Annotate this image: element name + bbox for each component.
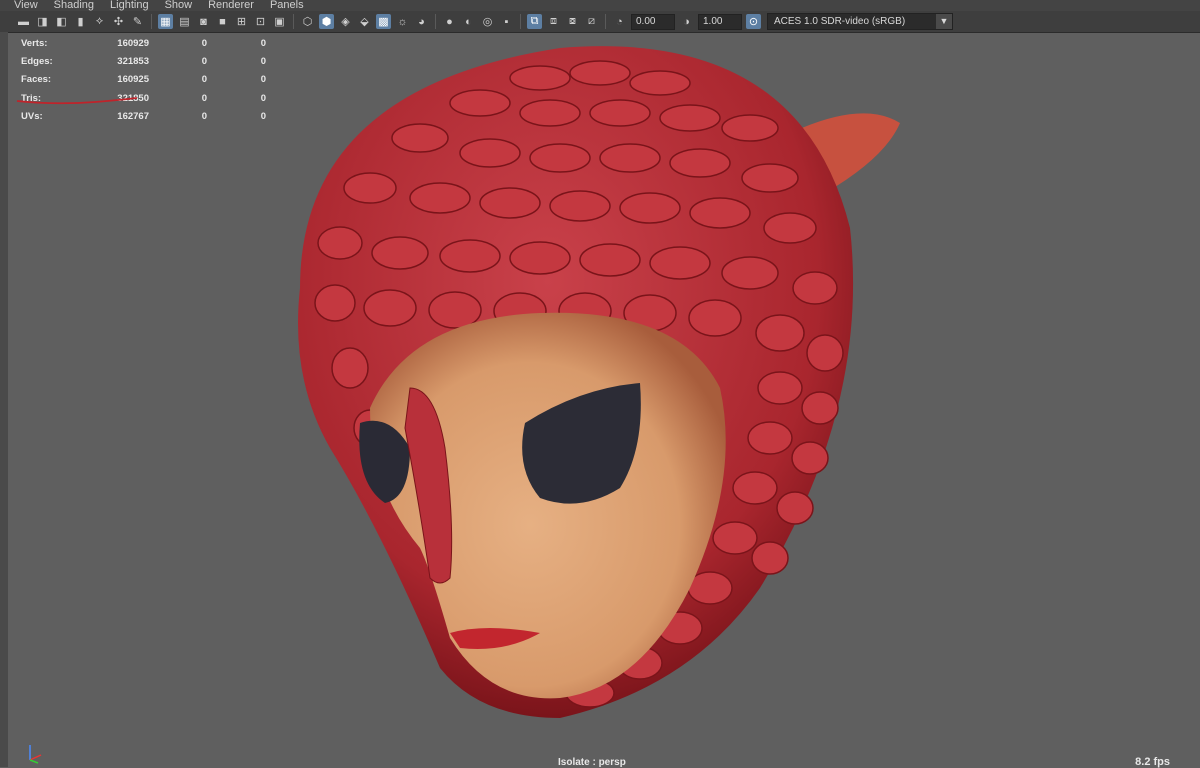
textured-icon[interactable]: ▩	[376, 14, 391, 29]
hud-value: 162767	[117, 110, 149, 122]
toolbar-divider	[605, 14, 606, 29]
hud-value: 0	[260, 55, 266, 67]
hud-value: 160929	[117, 37, 149, 49]
hud-value: 0	[201, 92, 207, 104]
wireframe-on-shaded-icon[interactable]: ◈	[338, 14, 353, 29]
hud-value: 0	[201, 55, 207, 67]
toolbar-divider	[435, 14, 436, 29]
use-all-lights-icon[interactable]: ☼	[395, 14, 410, 29]
hud-value: 0	[201, 74, 207, 86]
viewport-menu-bar: View Shading Lighting Show Renderer Pane…	[0, 0, 1200, 11]
film-gate-icon[interactable]: ▤	[177, 14, 192, 29]
depth-of-field-icon[interactable]: ▪	[499, 14, 514, 29]
toolbar-divider	[293, 14, 294, 29]
field-chart-icon[interactable]: ⊞	[234, 14, 249, 29]
xray-active-components-icon[interactable]: ⧇	[565, 14, 580, 29]
hud-row-faces: Faces: 160925 0 0	[21, 71, 266, 89]
grease-pencil-icon[interactable]: ✎	[130, 14, 145, 29]
camera-lock-icon[interactable]: ◧	[54, 14, 69, 29]
camera-attributes-icon[interactable]: ◨	[35, 14, 50, 29]
pan-zoom-icon[interactable]: ✣	[111, 14, 126, 29]
menu-show[interactable]: Show	[157, 0, 201, 11]
screen-space-ao-icon[interactable]: ●	[442, 14, 457, 29]
poly-count-hud: Verts: 160929 0 0 Edges: 321853 0 0 Face…	[21, 34, 266, 125]
grid-icon[interactable]: ▦	[158, 14, 173, 29]
multisample-aa-icon[interactable]: ◎	[480, 14, 495, 29]
menu-shading[interactable]: Shading	[46, 0, 102, 11]
bookmark-icon[interactable]: ▮	[73, 14, 88, 29]
hud-value: 0	[201, 110, 207, 122]
color-space-value: ACES 1.0 SDR-video (sRGB)	[774, 16, 906, 27]
safe-action-icon[interactable]: ⊡	[253, 14, 268, 29]
fps-readout: 8.2 fps	[1135, 756, 1170, 768]
menu-view[interactable]: View	[0, 0, 46, 11]
smooth-shade-icon[interactable]: ⬢	[319, 14, 334, 29]
hud-value: 321853	[117, 55, 149, 67]
red-underline-annotation	[16, 97, 138, 105]
hud-row-uvs: UVs: 162767 0 0	[21, 107, 266, 125]
hud-value: 0	[201, 37, 207, 49]
xray-joints-icon[interactable]: ⧈	[546, 14, 561, 29]
hud-row-verts: Verts: 160929 0 0	[21, 34, 266, 52]
color-management-icon[interactable]: ⊙	[746, 14, 761, 29]
shadows-icon[interactable]: ◕	[414, 14, 429, 29]
hud-label: UVs:	[21, 110, 43, 122]
gate-mask-icon[interactable]: ■	[215, 14, 230, 29]
viewport-left-border	[0, 32, 8, 767]
chevron-down-icon[interactable]: ▼	[936, 14, 952, 29]
hud-row-edges: Edges: 321853 0 0	[21, 52, 266, 70]
hud-value: 0	[260, 74, 266, 86]
isolate-select-icon[interactable]: ⧉	[527, 14, 542, 29]
gamma-icon[interactable]: ◑	[679, 14, 694, 29]
resolution-gate-icon[interactable]: ◙	[196, 14, 211, 29]
wireframe-icon[interactable]: ⬡	[300, 14, 315, 29]
menu-lighting[interactable]: Lighting	[102, 0, 157, 11]
toolbar-divider	[151, 14, 152, 29]
xray-icon[interactable]: ⬙	[357, 14, 372, 29]
hud-value: 0	[260, 110, 266, 122]
image-plane-icon[interactable]: ⟡	[92, 14, 107, 29]
hud-label: Edges:	[21, 55, 53, 67]
hud-label: Faces:	[21, 74, 52, 86]
hud-value: 0	[260, 37, 266, 49]
hud-value: 160925	[117, 74, 149, 86]
hud-value: 0	[260, 92, 266, 104]
safe-title-icon[interactable]: ▣	[272, 14, 287, 29]
axis-gizmo-icon	[29, 745, 42, 764]
exposure-icon[interactable]: ◔	[612, 14, 627, 29]
menu-renderer[interactable]: Renderer	[200, 0, 262, 11]
camera-icon[interactable]: ▬	[16, 14, 31, 29]
motion-blur-icon[interactable]: ◐	[461, 14, 476, 29]
head-model-render[interactable]	[260, 28, 920, 728]
backface-culling-icon[interactable]: ⧄	[584, 14, 599, 29]
hud-label: Verts:	[21, 37, 48, 49]
toolbar-divider	[520, 14, 521, 29]
camera-label: Isolate : persp	[558, 757, 626, 768]
menu-panels[interactable]: Panels	[262, 0, 312, 11]
